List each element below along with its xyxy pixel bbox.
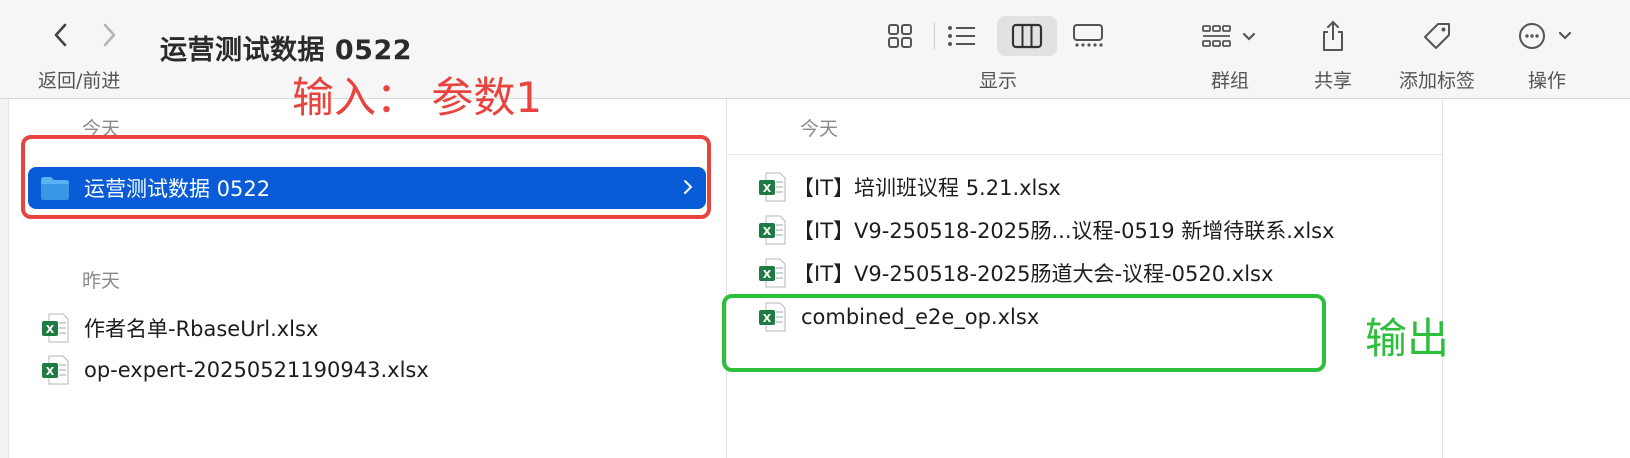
- excel-file-icon: X: [40, 313, 70, 343]
- add-tags-label: 添加标签: [1398, 70, 1475, 92]
- forward-button[interactable]: [92, 18, 126, 52]
- excel-file-icon: X: [757, 215, 787, 245]
- section-header-today: 今天: [800, 118, 839, 140]
- input-highlight-box: [21, 135, 711, 219]
- excel-file-icon: X: [40, 355, 70, 385]
- gallery-icon: [1073, 24, 1103, 47]
- group-button[interactable]: [1200, 16, 1260, 56]
- view-label: 显示: [978, 70, 1017, 92]
- sidebar-edge: [0, 99, 9, 458]
- input-annotation-label: 输入： 参数1: [292, 73, 543, 122]
- list-item-label: 【IT】V9-250518-2025肠道大会-议程-0520.xlsx: [793, 262, 1274, 286]
- toolbar-separator: [934, 22, 935, 50]
- excel-file-icon: X: [757, 258, 787, 288]
- view-list-button[interactable]: [940, 16, 984, 56]
- grid-icon: [888, 24, 912, 48]
- view-icon-button[interactable]: [878, 16, 922, 56]
- excel-file-icon: X: [757, 172, 787, 202]
- list-item-label: op-expert-20250521190943.xlsx: [84, 358, 429, 382]
- list-item[interactable]: X 【IT】培训班议程 5.21.xlsx: [757, 166, 1061, 208]
- output-annotation-label: 输出: [1365, 314, 1450, 363]
- list-item-label: 【IT】V9-250518-2025肠...议程-0519 新增待联系.xlsx: [793, 219, 1335, 243]
- svg-text:X: X: [46, 365, 55, 378]
- list-item[interactable]: X 【IT】V9-250518-2025肠...议程-0519 新增待联系.xl…: [757, 209, 1335, 251]
- view-gallery-button[interactable]: [1066, 16, 1110, 56]
- svg-text:X: X: [763, 225, 772, 238]
- view-columns-button[interactable]: [997, 16, 1057, 56]
- back-button[interactable]: [44, 18, 78, 52]
- svg-text:X: X: [46, 323, 55, 336]
- finder-toolbar: 返回/前进 运营测试数据 0522 显示 群组 共享 添加标签 操作: [0, 0, 1630, 99]
- svg-text:X: X: [763, 182, 772, 195]
- chevron-down-icon: [1558, 31, 1572, 40]
- list-item[interactable]: X op-expert-20250521190943.xlsx: [40, 349, 429, 391]
- output-highlight-box: [722, 294, 1326, 372]
- nav-label: 返回/前进: [38, 70, 121, 92]
- share-label: 共享: [1313, 70, 1352, 92]
- share-button[interactable]: [1313, 16, 1353, 56]
- preview-column: [1443, 99, 1630, 458]
- chevron-right-icon: [103, 23, 116, 47]
- add-tags-button[interactable]: [1417, 16, 1457, 56]
- svg-text:X: X: [763, 268, 772, 281]
- action-label: 操作: [1527, 70, 1566, 92]
- list-item-label: 作者名单-RbaseUrl.xlsx: [84, 317, 319, 341]
- action-button[interactable]: [1516, 16, 1578, 56]
- chevron-left-icon: [54, 23, 67, 47]
- columns-icon: [1011, 23, 1043, 49]
- window-title: 运营测试数据 0522: [160, 35, 413, 66]
- tag-icon: [1424, 23, 1450, 49]
- list-icon: [948, 26, 975, 46]
- share-icon: [1323, 20, 1343, 51]
- group-icon: [1202, 25, 1256, 47]
- list-item-label: 【IT】培训班议程 5.21.xlsx: [793, 176, 1061, 200]
- list-item[interactable]: X 作者名单-RbaseUrl.xlsx: [40, 307, 318, 349]
- more-icon: [1519, 23, 1572, 49]
- chevron-down-icon: [1242, 32, 1256, 41]
- section-header-yesterday: 昨天: [82, 270, 121, 292]
- list-item[interactable]: X 【IT】V9-250518-2025肠道大会-议程-0520.xlsx: [757, 252, 1273, 294]
- group-label: 群组: [1210, 70, 1249, 92]
